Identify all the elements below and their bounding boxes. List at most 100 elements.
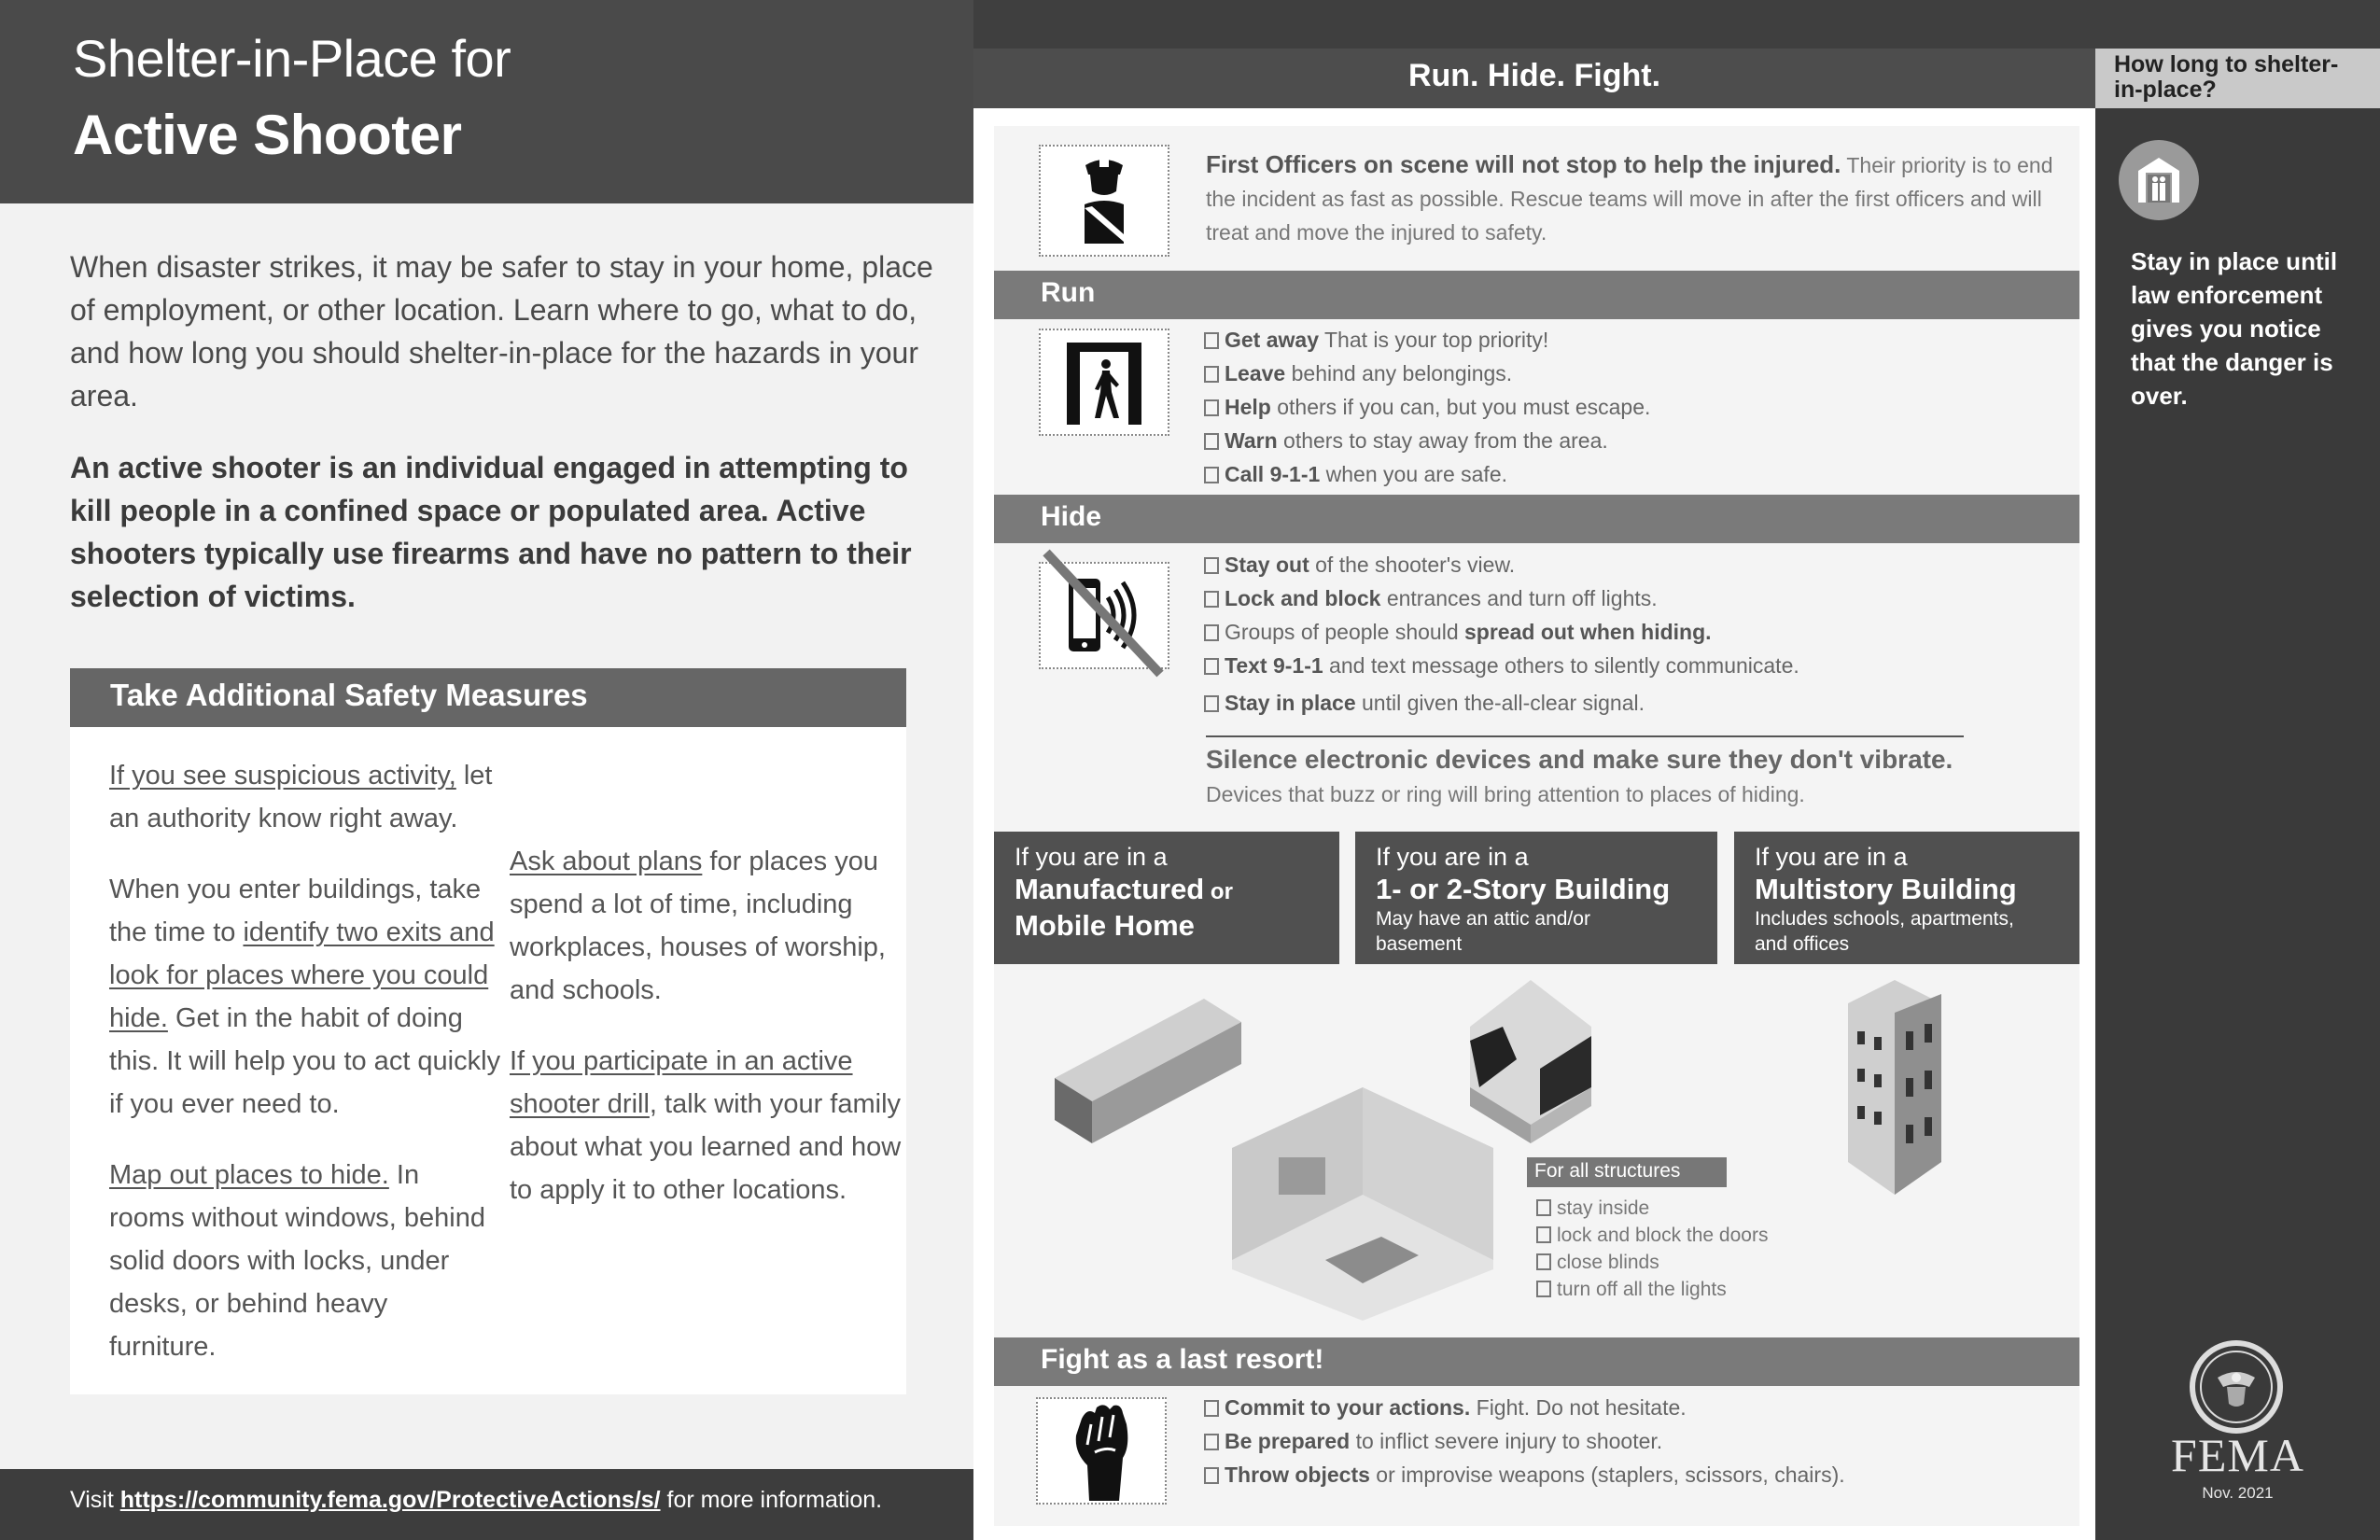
sidebar-text: Stay in place until law enforcement give… <box>2131 247 2338 410</box>
checkbox-icon <box>1536 1253 1551 1270</box>
measure-item: Map out places to hide. In rooms without… <box>109 1154 501 1368</box>
hide-item-bold: Lock and block <box>1225 586 1381 610</box>
dhs-seal-icon <box>2190 1340 2283 1434</box>
card-title-text: Manufactured <box>1015 873 1205 905</box>
run-list: Get away That is your top priority! Leav… <box>1204 323 1650 491</box>
checkbox-icon <box>1204 366 1219 383</box>
definition-paragraph: An active shooter is an individual engag… <box>70 451 912 613</box>
run-item: Call 9-1-1 when you are safe. <box>1204 457 1650 491</box>
hide-item-bold: Text 9-1-1 <box>1225 653 1323 678</box>
card-title: Manufactured or <box>1015 873 1319 909</box>
checkbox-icon <box>1204 1400 1219 1417</box>
structure-item: stay inside <box>1536 1195 1768 1222</box>
checkbox-icon <box>1204 1467 1219 1484</box>
run-item-text: when you are safe. <box>1320 462 1507 486</box>
run-item-text: That is your top priority! <box>1319 328 1549 352</box>
fight-list: Commit to your actions. Fight. Do not he… <box>1204 1391 1845 1491</box>
structure-item-text: turn off all the lights <box>1557 1279 1727 1300</box>
all-structures-list: stay inside lock and block the doors clo… <box>1536 1195 1768 1303</box>
measure-link[interactable]: Map out places to hide. <box>109 1160 389 1190</box>
card-title: 1- or 2-Story Building <box>1376 873 1671 905</box>
card-subtitle: May have an attic and/or basement <box>1376 908 1590 955</box>
building-card-manufactured: If you are in a Manufactured or Mobile H… <box>994 832 1339 964</box>
run-item-bold: Warn <box>1225 428 1278 453</box>
silence-devices-title: Silence electronic devices and make sure… <box>1206 745 1953 774</box>
hide-item-bold: Stay in place <box>1225 691 1356 715</box>
safety-measures-title: Take Additional Safety Measures <box>110 678 588 712</box>
hide-divider <box>1206 735 1964 737</box>
measure-link[interactable]: Ask about plans <box>510 847 702 876</box>
hide-section-label: Hide <box>1041 501 1102 532</box>
hide-item: Text 9-1-1 and text message others to si… <box>1204 649 1799 682</box>
run-item-bold: Help <box>1225 395 1271 419</box>
footer-link[interactable]: https://community.fema.gov/ProtectiveAct… <box>120 1487 661 1513</box>
structure-item-text: lock and block the doors <box>1557 1225 1769 1246</box>
title-line1: Shelter-in-Place for <box>73 29 511 88</box>
multistory-building-illustration <box>1848 980 1941 1195</box>
footer-text: Visit https://community.fema.gov/Protect… <box>70 1487 882 1514</box>
officers-notice: First Officers on scene will not stop to… <box>1206 147 2055 249</box>
run-section-bar <box>994 271 2079 319</box>
checkbox-icon <box>1204 467 1219 483</box>
checkbox-icon <box>1536 1281 1551 1297</box>
hide-item-text: entrances and turn off lights. <box>1380 586 1658 610</box>
silence-devices-subtitle: Devices that buzz or ring will bring att… <box>1206 782 1805 806</box>
hide-list: Stay out of the shooter's view. Lock and… <box>1204 548 1799 720</box>
run-item: Leave behind any belongings. <box>1204 357 1650 390</box>
checkbox-icon <box>1536 1199 1551 1216</box>
run-item: Warn others to stay away from the area. <box>1204 424 1650 457</box>
structure-item: lock and block the doors <box>1536 1222 1768 1249</box>
exit-door-icon <box>1039 329 1169 436</box>
structure-item: turn off all the lights <box>1536 1276 1768 1303</box>
fema-logo: FEMA <box>2171 1429 2304 1481</box>
checkbox-icon <box>1204 658 1219 675</box>
hide-item: Stay out of the shooter's view. <box>1204 548 1799 581</box>
hide-item-text: Groups of people should <box>1225 620 1465 644</box>
all-structures-label: For all structures <box>1527 1157 1727 1187</box>
page-title: Active Shooter <box>73 104 462 166</box>
checkbox-icon <box>1204 399 1219 416</box>
run-item-text: others if you can, but you must escape. <box>1270 395 1651 419</box>
hide-item-bold: spread out when hiding. <box>1464 620 1712 644</box>
fight-item-bold: Be prepared <box>1225 1429 1351 1453</box>
intro-paragraph: When disaster strikes, it may be safer t… <box>70 250 933 413</box>
footer-prefix: Visit <box>70 1487 120 1513</box>
card-pre: If you are in a <box>1015 843 1168 871</box>
card-title-line2: Mobile Home <box>1015 909 1195 942</box>
safety-measures-column-right: Ask about plans for places you spend a l… <box>510 840 902 1239</box>
fight-item-text: or improvise weapons (staplers, scissors… <box>1369 1463 1845 1487</box>
card-pre: If you are in a <box>1376 843 1529 871</box>
building-card-multistory: If you are in a Multistory Building Incl… <box>1734 832 2079 964</box>
building-card-1-2-story: If you are in a 1- or 2-Story Building M… <box>1355 832 1717 964</box>
raised-fist-icon <box>1036 1397 1167 1505</box>
checkbox-icon <box>1204 1434 1219 1450</box>
run-item: Get away That is your top priority! <box>1204 323 1650 357</box>
sidebar-label: How long to shelter-in-place? <box>2114 51 2339 103</box>
measure-item: When you enter buildings, take the time … <box>109 868 501 1126</box>
hide-item-text: and text message others to silently comm… <box>1323 653 1799 678</box>
officers-notice-bold: First Officers on scene will not stop to… <box>1206 150 1841 178</box>
structure-item: close blinds <box>1536 1249 1768 1276</box>
run-section-label: Run <box>1041 277 1096 308</box>
run-item-text: others to stay away from the area. <box>1277 428 1608 453</box>
checkbox-icon <box>1204 624 1219 641</box>
safety-measures-column-left: If you see suspicious activity, let an a… <box>109 754 501 1396</box>
silenced-phone-icon <box>1039 549 1169 677</box>
publication-date: Nov. 2021 <box>2202 1484 2274 1502</box>
hide-section-bar <box>994 495 2079 543</box>
hide-item-bold: Stay out <box>1225 553 1309 577</box>
run-item: Help others if you can, but you must esc… <box>1204 390 1650 424</box>
hide-item: Lock and block entrances and turn off li… <box>1204 581 1799 615</box>
hide-item: Groups of people should spread out when … <box>1204 615 1799 649</box>
hide-item: Stay in place until given the-all-clear … <box>1204 686 1799 720</box>
fight-item: Throw objects or improvise weapons (stap… <box>1204 1458 1845 1491</box>
fight-item-text: to inflict severe injury to shooter. <box>1350 1429 1663 1453</box>
measure-text: In rooms without windows, behind solid d… <box>109 1160 485 1362</box>
run-hide-fight-title: Run. Hide. Fight. <box>1407 58 1661 93</box>
fight-item-bold: Throw objects <box>1225 1463 1370 1487</box>
hide-item-text: until given the-all-clear signal. <box>1355 691 1645 715</box>
checkbox-icon <box>1204 332 1219 349</box>
checkbox-icon <box>1204 557 1219 574</box>
measure-link[interactable]: If you see suspicious activity, <box>109 761 456 791</box>
structure-item-text: stay inside <box>1557 1197 1650 1219</box>
